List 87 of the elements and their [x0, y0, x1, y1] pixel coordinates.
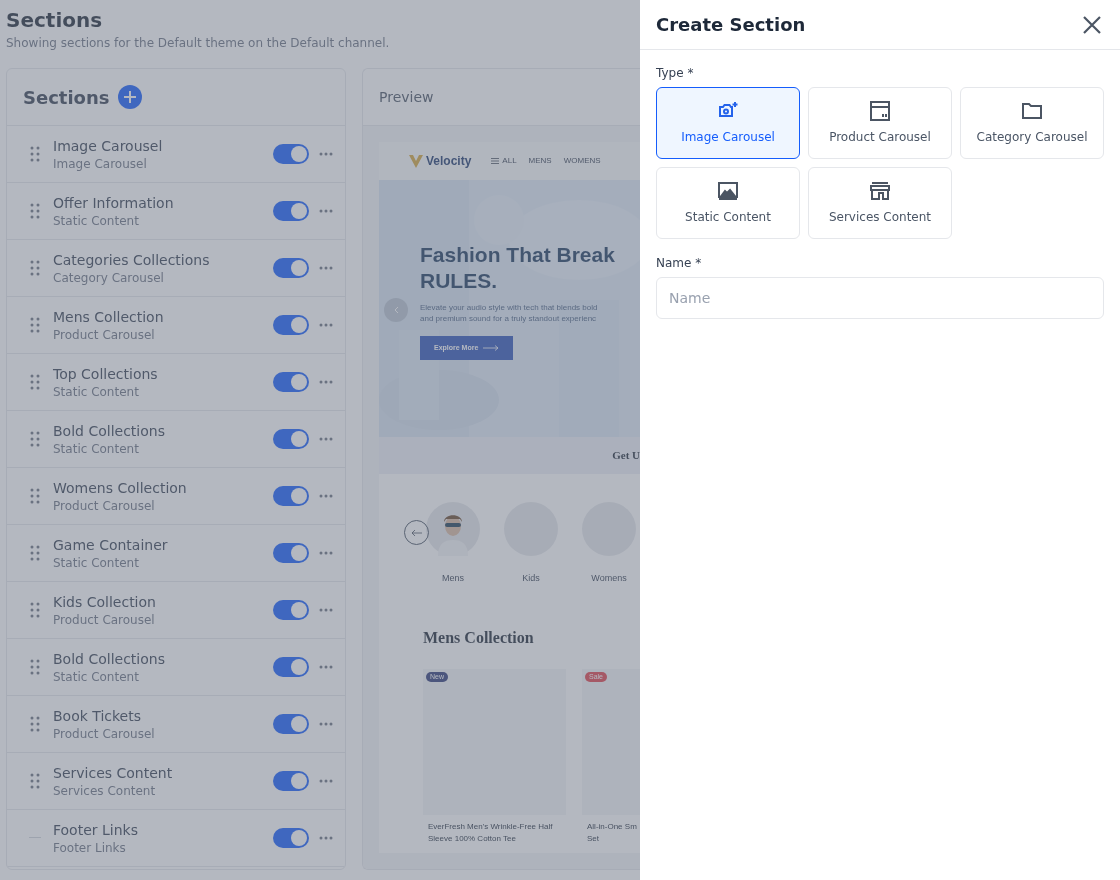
toggle-switch[interactable]: [273, 600, 309, 620]
product-name: All-in-One Sm Set: [586, 820, 638, 845]
drag-handle-icon[interactable]: [30, 488, 40, 504]
drag-handle-icon[interactable]: [30, 431, 40, 447]
hero-heading: RULES.: [420, 268, 498, 294]
drag-handle-icon[interactable]: [30, 602, 40, 618]
drag-handle-icon[interactable]: [30, 146, 40, 162]
toggle-switch[interactable]: [273, 372, 309, 392]
toggle-switch[interactable]: [273, 315, 309, 335]
section-type: Product Carousel: [53, 612, 156, 628]
drag-handle-icon[interactable]: [30, 374, 40, 390]
collection-title: Mens Collection: [423, 627, 535, 648]
category-label: Mens: [442, 572, 464, 585]
section-type-option[interactable]: Image Carousel: [656, 87, 800, 159]
section-type: Product Carousel: [53, 327, 156, 343]
hero-heading: Fashion That Break: [420, 242, 615, 268]
category-label: Womens: [591, 572, 627, 585]
section-title: Mens Collection: [53, 308, 165, 327]
section-type: Static Content: [53, 669, 140, 685]
name-field[interactable]: Name: [656, 277, 1104, 319]
section-type-option[interactable]: Category Carousel: [960, 87, 1104, 159]
section-title: Kids Collection: [53, 593, 157, 612]
toggle-switch[interactable]: [273, 258, 309, 278]
drawer-title: Create Section: [656, 13, 806, 37]
category-label: Kids: [522, 572, 540, 585]
section-type: Static Content: [53, 213, 140, 229]
section-type: Footer Links: [53, 840, 127, 856]
drag-handle-icon[interactable]: [30, 203, 40, 219]
toggle-switch[interactable]: [273, 201, 309, 221]
drag-handle-icon[interactable]: [30, 317, 40, 333]
product-name: EverFresh Men's Wrinkle-Free Half Sleeve 100% Cotton Tee: [427, 820, 554, 845]
nav-link[interactable]: ALL: [491, 155, 517, 167]
section-title: Womens Collection: [53, 479, 188, 498]
toggle-switch[interactable]: [273, 543, 309, 563]
section-title: Categories Collections: [53, 251, 211, 270]
card-title: Sections: [23, 85, 110, 110]
drag-handle-icon[interactable]: [30, 545, 40, 561]
chevron-left-icon: [393, 306, 399, 314]
section-type: Static Content: [53, 441, 140, 457]
storefront-icon: [869, 180, 891, 202]
add-icon[interactable]: [117, 85, 142, 109]
toggle-switch[interactable]: [273, 486, 309, 506]
toggle-switch[interactable]: [273, 714, 309, 734]
section-type: Product Carousel: [53, 726, 156, 742]
image-icon: [717, 180, 739, 202]
section-type-option[interactable]: Product Carousel: [808, 87, 952, 159]
menu-icon: [491, 158, 500, 164]
section-type-option[interactable]: Services Content: [808, 167, 952, 239]
drag-handle-icon[interactable]: [30, 716, 40, 732]
section-type: Category Carousel: [53, 270, 165, 286]
nav-link[interactable]: WOMENS: [563, 155, 601, 167]
toggle-switch[interactable]: [273, 828, 309, 848]
section-title: Bold Collections: [53, 422, 166, 441]
toggle-switch[interactable]: [273, 429, 309, 449]
section-type: Product Carousel: [53, 498, 156, 514]
drag-handle-icon[interactable]: [30, 659, 40, 675]
nav-link[interactable]: MENS: [528, 155, 552, 167]
folder-icon: [1021, 100, 1043, 122]
section-type-option[interactable]: Static Content: [656, 167, 800, 239]
section-type: Static Content: [53, 384, 140, 400]
section-type: Static Content: [53, 555, 140, 571]
section-title: Image Carousel: [53, 137, 164, 156]
window-icon: [869, 100, 891, 122]
arrow-right-icon: [483, 345, 500, 351]
section-title: Top Collections: [53, 365, 159, 384]
toggle-switch[interactable]: [273, 144, 309, 164]
section-title: Bold Collections: [53, 650, 166, 669]
section-title: Game Container: [53, 536, 169, 555]
logo-text: Velocity: [426, 153, 472, 170]
section-title: Services Content: [53, 764, 174, 783]
drag-handle-icon[interactable]: [30, 260, 40, 276]
drag-handle-icon[interactable]: [30, 773, 40, 789]
field-label: Type *: [656, 65, 695, 81]
page-subtitle: Showing sections for the Default theme on the Default channel.: [6, 35, 390, 52]
section-type: Services Content: [53, 783, 157, 799]
logo-icon: [409, 154, 423, 168]
section-title: Offer Information: [53, 194, 175, 213]
field-label: Name *: [656, 255, 703, 271]
section-type: Image Carousel: [53, 156, 148, 172]
arrow-left-icon: [411, 528, 422, 537]
page-title: Sections: [6, 7, 103, 34]
toggle-switch[interactable]: [273, 771, 309, 791]
toggle-switch[interactable]: [273, 657, 309, 677]
card-title: Preview: [379, 87, 434, 107]
banner-text: Get U: [612, 448, 640, 464]
section-title: Book Tickets: [53, 707, 142, 726]
section-title: Footer Links: [53, 821, 139, 840]
